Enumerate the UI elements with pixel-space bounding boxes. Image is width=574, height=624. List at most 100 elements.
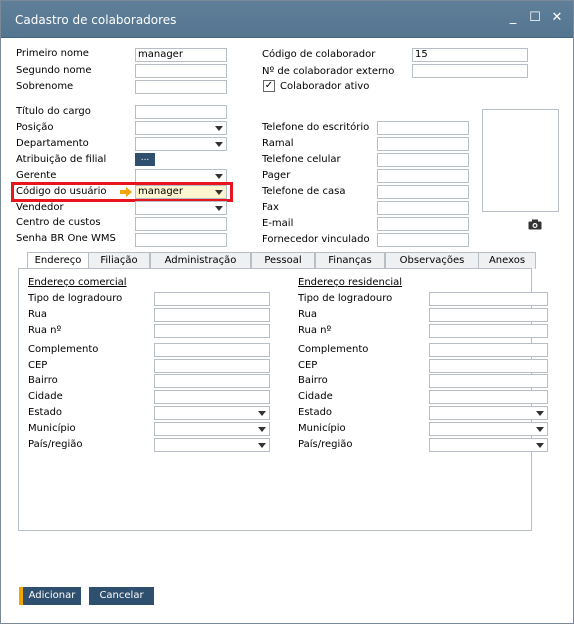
manager-label: Gerente bbox=[16, 170, 57, 181]
job-title-field[interactable] bbox=[135, 105, 227, 119]
office-phone-label: Telefone do escritório bbox=[262, 122, 370, 133]
business-county-dropdown[interactable] bbox=[154, 422, 270, 436]
chevron-down-icon bbox=[258, 411, 266, 416]
chevron-down-icon bbox=[215, 126, 223, 131]
home-street-label: Rua bbox=[298, 309, 317, 320]
external-employee-no-field[interactable] bbox=[412, 64, 528, 78]
mobile-phone-field[interactable] bbox=[377, 153, 469, 167]
home-state-label: Estado bbox=[298, 407, 333, 418]
business-district-field[interactable] bbox=[154, 374, 270, 388]
home-zip-field[interactable] bbox=[429, 359, 548, 373]
manager-dropdown[interactable] bbox=[135, 169, 227, 183]
fax-field[interactable] bbox=[377, 201, 469, 215]
minimize-icon[interactable]: _ bbox=[505, 10, 521, 26]
mobile-phone-label: Telefone celular bbox=[262, 154, 341, 165]
home-street-type-label: Tipo de logradouro bbox=[298, 293, 393, 304]
business-complement-field[interactable] bbox=[154, 343, 270, 357]
add-button[interactable]: Adicionar bbox=[23, 587, 81, 605]
position-label: Posição bbox=[16, 122, 54, 133]
home-street-no-field[interactable] bbox=[429, 324, 548, 338]
window-title: Cadastro de colaboradores bbox=[15, 13, 177, 27]
chevron-down-icon bbox=[215, 142, 223, 147]
chevron-down-icon bbox=[536, 411, 544, 416]
business-city-field[interactable] bbox=[154, 390, 270, 404]
home-county-dropdown[interactable] bbox=[429, 422, 548, 436]
camera-icon[interactable] bbox=[528, 219, 542, 230]
business-street-no-label: Rua nº bbox=[28, 325, 62, 336]
business-zip-field[interactable] bbox=[154, 359, 270, 373]
business-street-label: Rua bbox=[28, 309, 47, 320]
home-country-dropdown[interactable] bbox=[429, 438, 548, 452]
home-street-field[interactable] bbox=[429, 308, 548, 322]
active-employee-checkbox[interactable]: ✓ bbox=[263, 80, 275, 92]
business-county-label: Município bbox=[28, 423, 76, 434]
home-complement-field[interactable] bbox=[429, 343, 548, 357]
tab-anexos[interactable]: Anexos bbox=[478, 252, 536, 269]
home-state-dropdown[interactable] bbox=[429, 406, 548, 420]
home-district-label: Bairro bbox=[298, 375, 328, 386]
business-street-type-label: Tipo de logradouro bbox=[28, 293, 123, 304]
business-complement-label: Complemento bbox=[28, 344, 99, 355]
email-label: E-mail bbox=[262, 218, 294, 229]
business-country-label: País/região bbox=[28, 439, 83, 450]
title-bar: Cadastro de colaboradores _ ☐ ✕ bbox=[1, 1, 573, 38]
extension-label: Ramal bbox=[262, 138, 294, 149]
home-phone-field[interactable] bbox=[377, 185, 469, 199]
branch-assignment-button[interactable]: ... bbox=[135, 153, 155, 166]
cancel-button[interactable]: Cancelar bbox=[89, 587, 154, 605]
employee-code-field[interactable]: 15 bbox=[412, 48, 528, 62]
tab-pessoal[interactable]: Pessoal bbox=[251, 252, 315, 269]
branch-assignment-label: Atribuição de filial bbox=[16, 154, 107, 165]
employee-code-label: Código de colaborador bbox=[262, 49, 376, 60]
cost-center-field[interactable] bbox=[135, 217, 227, 231]
position-dropdown[interactable] bbox=[135, 121, 227, 135]
email-field[interactable] bbox=[377, 217, 469, 231]
office-phone-field[interactable] bbox=[377, 121, 469, 135]
tab-administracao[interactable]: Administração bbox=[150, 252, 251, 269]
department-dropdown[interactable] bbox=[135, 137, 227, 151]
chevron-down-icon bbox=[258, 427, 266, 432]
tab-financas[interactable]: Finanças bbox=[315, 252, 385, 269]
linked-vendor-label: Fornecedor vinculado bbox=[262, 234, 370, 245]
business-street-type-field[interactable] bbox=[154, 292, 270, 306]
chevron-down-icon bbox=[215, 206, 223, 211]
middle-name-field[interactable] bbox=[135, 64, 227, 78]
business-zip-label: CEP bbox=[28, 360, 48, 371]
linked-vendor-field[interactable] bbox=[377, 233, 469, 247]
wms-password-label: Senha BR One WMS bbox=[16, 233, 116, 244]
fax-label: Fax bbox=[262, 202, 279, 213]
first-name-label: Primeiro nome bbox=[16, 48, 89, 59]
chevron-down-icon bbox=[536, 443, 544, 448]
first-name-field[interactable]: manager bbox=[135, 48, 227, 62]
wms-password-field[interactable] bbox=[135, 233, 227, 247]
business-street-no-field[interactable] bbox=[154, 324, 270, 338]
last-name-field[interactable] bbox=[135, 80, 227, 94]
tab-filiacao[interactable]: Filiação bbox=[88, 252, 150, 269]
home-city-field[interactable] bbox=[429, 390, 548, 404]
maximize-icon[interactable]: ☐ bbox=[527, 10, 543, 26]
home-street-type-field[interactable] bbox=[429, 292, 548, 306]
chevron-down-icon bbox=[215, 174, 223, 179]
business-state-dropdown[interactable] bbox=[154, 406, 270, 420]
home-address-title: Endereço residencial bbox=[298, 277, 403, 288]
job-title-label: Título do cargo bbox=[16, 106, 91, 117]
pager-field[interactable] bbox=[377, 169, 469, 183]
business-state-label: Estado bbox=[28, 407, 63, 418]
home-city-label: Cidade bbox=[298, 391, 333, 402]
extension-field[interactable] bbox=[377, 137, 469, 151]
home-street-no-label: Rua nº bbox=[298, 325, 332, 336]
business-country-dropdown[interactable] bbox=[154, 438, 270, 452]
external-employee-no-label: Nº de colaborador externo bbox=[262, 66, 395, 77]
home-district-field[interactable] bbox=[429, 374, 548, 388]
employee-master-data-window: Cadastro de colaboradores _ ☐ ✕ Primeiro… bbox=[0, 0, 574, 624]
sales-employee-dropdown[interactable] bbox=[135, 201, 227, 215]
last-name-label: Sobrenome bbox=[16, 81, 74, 92]
photo-box[interactable] bbox=[482, 109, 559, 212]
tab-observacoes[interactable]: Observações bbox=[385, 252, 479, 269]
business-address-title: Endereço comercial bbox=[28, 277, 127, 288]
chevron-down-icon bbox=[258, 443, 266, 448]
close-icon[interactable]: ✕ bbox=[549, 10, 565, 26]
sales-employee-label: Vendedor bbox=[16, 202, 64, 213]
business-street-field[interactable] bbox=[154, 308, 270, 322]
home-complement-label: Complemento bbox=[298, 344, 369, 355]
